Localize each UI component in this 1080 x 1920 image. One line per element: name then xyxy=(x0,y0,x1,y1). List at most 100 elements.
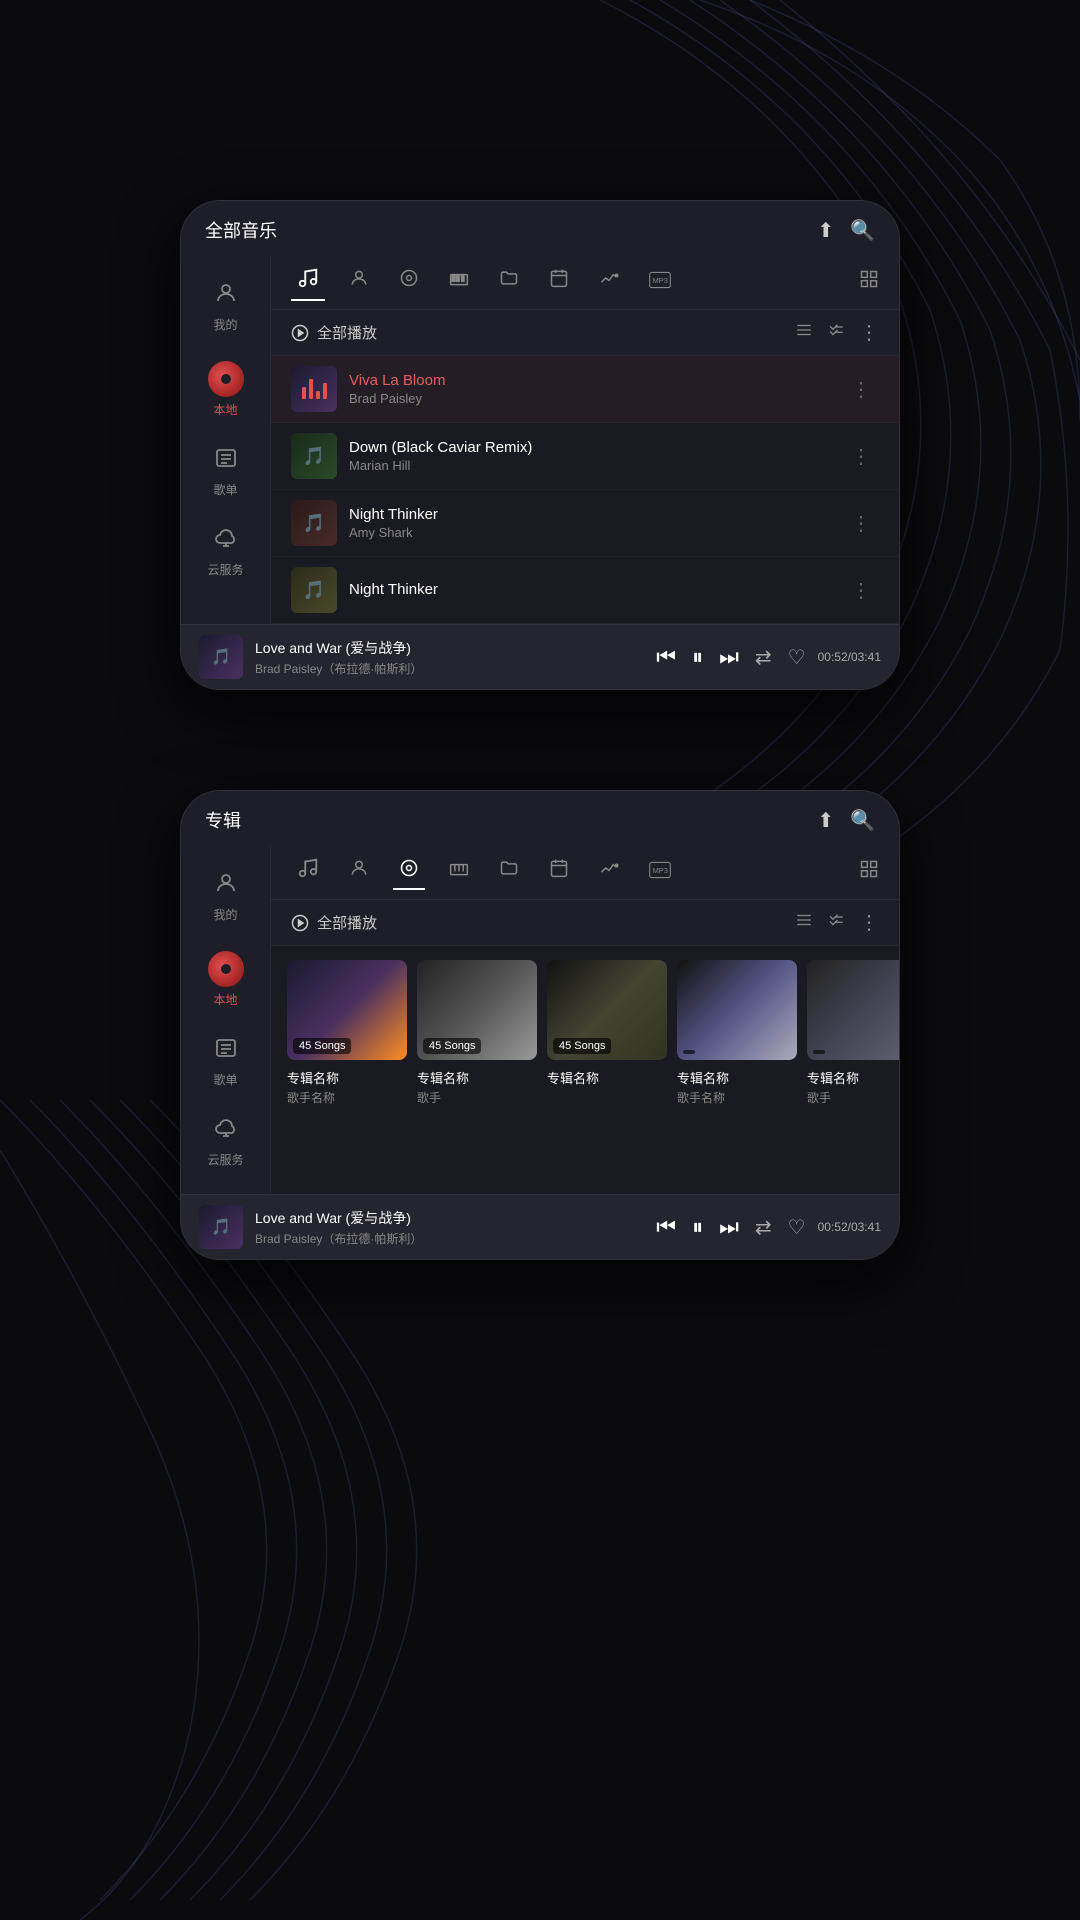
tab2-album[interactable] xyxy=(393,854,425,890)
screen2-now-playing: 🎵 Love and War (爱与战争) Brad Paisley（布拉德·帕… xyxy=(181,1194,899,1259)
tab2-artist[interactable] xyxy=(343,854,375,890)
album-card-5[interactable]: 专辑名称 歌手 xyxy=(807,960,899,1106)
pause-button-1[interactable]: ⏸ xyxy=(692,644,703,670)
cloud-icon xyxy=(214,526,238,557)
sidebar-item-local[interactable]: 本地 xyxy=(186,351,266,428)
screen1-song-list: Viva La Bloom Brad Paisley ⋮ 🎵 Down (Bla… xyxy=(271,356,899,624)
local-disc-icon-2 xyxy=(208,951,244,987)
list-icon-2[interactable] xyxy=(795,911,813,934)
screen1-topbar-icons: ⬆ 🔍 xyxy=(817,218,875,243)
tab2-music[interactable] xyxy=(291,853,325,891)
list-controls: ⋮ xyxy=(795,320,879,345)
check-list-icon[interactable] xyxy=(827,321,845,344)
tab-chart[interactable] xyxy=(593,264,625,300)
screen1-tabbar: MP3 xyxy=(271,255,899,310)
screen1-title: 全部音乐 xyxy=(205,217,277,243)
tab2-folder[interactable] xyxy=(493,854,525,890)
prev-button-1[interactable]: ⏮ xyxy=(656,644,676,670)
song-item-1[interactable]: Viva La Bloom Brad Paisley ⋮ xyxy=(271,356,899,423)
playback-time-2: 00:52/03:41 xyxy=(818,1220,881,1234)
now-playing-artist-2: Brad Paisley（布拉德·帕斯利） xyxy=(255,1230,644,1247)
song-item-4[interactable]: 🎵 Night Thinker ⋮ xyxy=(271,557,899,624)
search-icon-2[interactable]: 🔍 xyxy=(850,808,875,833)
check-list-icon-2[interactable] xyxy=(827,911,845,934)
song-item-3[interactable]: 🎵 Night Thinker Amy Shark ⋮ xyxy=(271,490,899,557)
song-item-2[interactable]: 🎵 Down (Black Caviar Remix) Marian Hill … xyxy=(271,423,899,490)
album-card-1[interactable]: 45 Songs 专辑名称 歌手名称 xyxy=(287,960,407,1106)
song-info-3: Night Thinker Amy Shark xyxy=(349,506,843,540)
tab-folder[interactable] xyxy=(493,264,525,300)
album-card-4[interactable]: 专辑名称 歌手名称 xyxy=(677,960,797,1106)
screen2-topbar: 专辑 ⬆ 🔍 xyxy=(181,791,899,845)
tab-music[interactable] xyxy=(291,263,325,301)
play-all-button-2[interactable]: 全部播放 xyxy=(291,912,377,933)
song-more-1[interactable]: ⋮ xyxy=(843,373,879,406)
album-songs-2: 45 Songs xyxy=(423,1038,481,1054)
more-icon-2[interactable]: ⋮ xyxy=(859,910,879,935)
more-icon[interactable]: ⋮ xyxy=(859,320,879,345)
upload-icon-2[interactable]: ⬆ xyxy=(817,808,834,833)
tab2-mp3[interactable]: MP3 xyxy=(643,856,677,889)
sidebar-playlist-label: 歌单 xyxy=(213,481,237,498)
grid-view-icon-2[interactable] xyxy=(859,859,879,885)
like-button-1[interactable]: ♡ xyxy=(788,645,806,670)
album-title-1: 专辑名称 xyxy=(287,1068,407,1087)
screen2-play-all-bar: 全部播放 xyxy=(271,900,899,946)
tab-mp3[interactable]: MP3 xyxy=(643,266,677,299)
play-all-button[interactable]: 全部播放 xyxy=(291,322,377,343)
sidebar-item-playlist[interactable]: 歌单 xyxy=(186,436,266,508)
sidebar2-my-label: 我的 xyxy=(213,906,237,923)
album-songs-4 xyxy=(683,1050,695,1054)
search-icon[interactable]: 🔍 xyxy=(850,218,875,243)
shuffle-button-2[interactable]: ⇄ xyxy=(755,1215,772,1240)
sidebar2-item-playlist[interactable]: 歌单 xyxy=(186,1026,266,1098)
list-icon[interactable] xyxy=(795,321,813,344)
tab2-calendar[interactable] xyxy=(543,854,575,890)
song-thumb-3: 🎵 xyxy=(291,500,337,546)
now-playing-title-2: Love and War (爱与战争) xyxy=(255,1208,644,1228)
screen1-mockup: 全部音乐 ⬆ 🔍 我的 xyxy=(180,200,900,690)
sidebar-item-cloud[interactable]: 云服务 xyxy=(186,516,266,588)
screen1-now-playing: 🎵 Love and War (爱与战争) Brad Paisley（布拉德·帕… xyxy=(181,624,899,689)
shuffle-button-1[interactable]: ⇄ xyxy=(755,645,772,670)
my-icon xyxy=(214,281,238,312)
tab-album[interactable] xyxy=(393,264,425,300)
album-artist-2: 歌手 xyxy=(417,1089,537,1106)
next-button-1[interactable]: ⏭ xyxy=(719,644,739,670)
song-more-3[interactable]: ⋮ xyxy=(843,507,879,540)
pause-button-2[interactable]: ⏸ xyxy=(692,1214,703,1240)
playback-controls-1: ⏮ ⏸ ⏭ ⇄ ♡ xyxy=(656,644,805,670)
sidebar2-item-cloud[interactable]: 云服务 xyxy=(186,1106,266,1178)
screen2-content: MP3 xyxy=(271,845,899,1194)
tab-calendar[interactable] xyxy=(543,264,575,300)
screen2-sidebar: 我的 本地 xyxy=(181,845,271,1194)
tab2-keys[interactable] xyxy=(443,854,475,890)
like-button-2[interactable]: ♡ xyxy=(788,1215,806,1240)
song-thumb-4: 🎵 xyxy=(291,567,337,613)
screen2-mockup: 专辑 ⬆ 🔍 我的 xyxy=(180,790,900,1260)
song-title-3: Night Thinker xyxy=(349,506,843,523)
album-cover-5 xyxy=(807,960,899,1060)
tab2-chart[interactable] xyxy=(593,854,625,890)
album-cover-2: 45 Songs xyxy=(417,960,537,1060)
next-button-2[interactable]: ⏭ xyxy=(719,1214,739,1240)
song-more-2[interactable]: ⋮ xyxy=(843,440,879,473)
grid-view-icon[interactable] xyxy=(859,269,879,295)
sidebar2-item-my[interactable]: 我的 xyxy=(186,861,266,933)
song-artist-1: Brad Paisley xyxy=(349,391,843,406)
song-more-4[interactable]: ⋮ xyxy=(843,574,879,607)
song-info-4: Night Thinker xyxy=(349,581,843,600)
upload-icon[interactable]: ⬆ xyxy=(817,218,834,243)
tab-artist[interactable] xyxy=(343,264,375,300)
sidebar-item-my[interactable]: 我的 xyxy=(186,271,266,343)
screen2-tabbar: MP3 xyxy=(271,845,899,900)
sidebar2-item-local[interactable]: 本地 xyxy=(186,941,266,1018)
now-playing-thumb-1: 🎵 xyxy=(199,635,243,679)
album-card-3[interactable]: 45 Songs 专辑名称 xyxy=(547,960,667,1106)
album-card-2[interactable]: 45 Songs 专辑名称 歌手 xyxy=(417,960,537,1106)
album-title-5: 专辑名称 xyxy=(807,1068,899,1087)
prev-button-2[interactable]: ⏮ xyxy=(656,1214,676,1240)
sidebar2-playlist-label: 歌单 xyxy=(213,1071,237,1088)
tab-keys[interactable] xyxy=(443,264,475,300)
cloud-icon-2 xyxy=(214,1116,238,1147)
